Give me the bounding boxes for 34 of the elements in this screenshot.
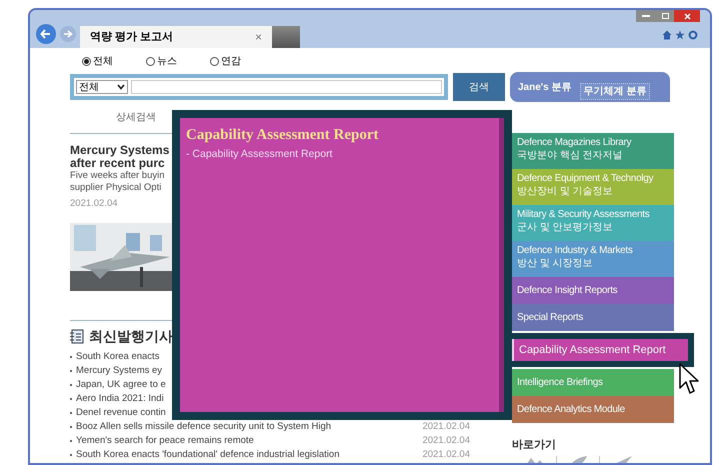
search-button[interactable]: 검색 (453, 73, 505, 101)
news-link[interactable]: Yemen's search for peace remains remote (76, 434, 254, 448)
summary-text: Five weeks after buyin (70, 170, 165, 182)
category-select[interactable]: 전체 (76, 80, 128, 94)
headline[interactable]: Mercury Systems (70, 144, 170, 157)
menu-item[interactable]: Defence Analytics Module (512, 396, 674, 423)
date-text: 2021.02.04 (70, 197, 119, 211)
date-text: 2021.02.04 (422, 420, 470, 434)
date-text: 2021.02.04 (422, 448, 470, 462)
section-heading: 최신발행기사 (89, 327, 173, 346)
headline[interactable]: after recent purc (70, 157, 165, 170)
news-link[interactable]: Aero India 2021: Indi (76, 392, 164, 406)
menu-item[interactable]: Defence Insight Reports (512, 277, 674, 304)
news-link[interactable]: Japan, UK agree to e (76, 378, 166, 392)
shortcuts-heading: 바로가기 (512, 438, 557, 453)
scope-radio[interactable]: 연감 (210, 54, 260, 68)
news-link[interactable]: Denel revenue contin (76, 406, 166, 420)
advanced-search-link[interactable]: 상세검색 (116, 110, 156, 125)
scope-radio[interactable]: 전체 (82, 54, 132, 68)
classification-tab[interactable]: Jane's 분류 (516, 80, 574, 94)
browser-tab[interactable]: 역량 평가 보고서 × (80, 26, 272, 48)
submenu-title: Capability Assessment Report (186, 126, 380, 145)
tab-close-button[interactable]: × (254, 28, 262, 46)
news-link[interactable]: South Korea enacts (76, 350, 160, 364)
news-link[interactable]: South Korea enacts 'foundational' defence industrial legislation (76, 448, 340, 462)
menu-item[interactable]: Capability Assessment Report (514, 339, 688, 361)
tab-title: 역량 평가 보고서 (90, 30, 174, 45)
news-link[interactable]: Mercury Systems ey (76, 364, 162, 378)
menu-item[interactable]: Special Reports (512, 304, 674, 331)
date-text: 2021.02.04 (422, 434, 470, 448)
scope-radio[interactable]: 뉴스 (146, 54, 196, 68)
submenu-link[interactable]: - Capability Assessment Report (186, 146, 499, 162)
news-link[interactable]: Booz Allen sells missile defence security unit to System High (76, 420, 332, 434)
summary-text: supplier Physical Opti (70, 182, 162, 194)
